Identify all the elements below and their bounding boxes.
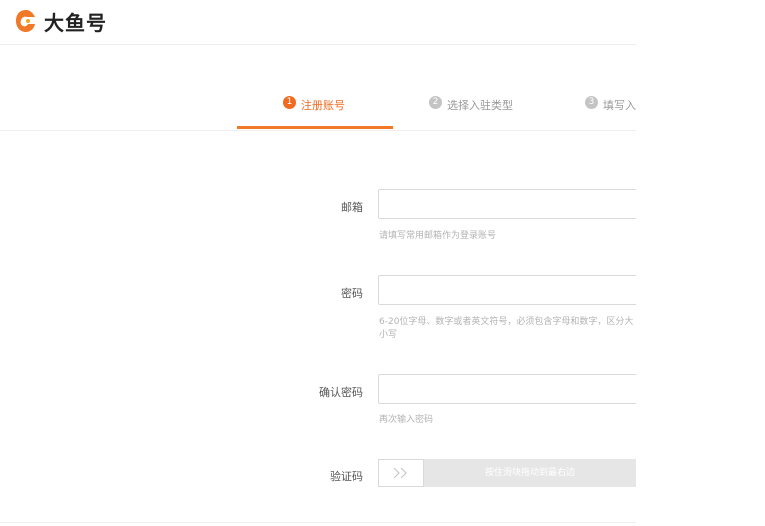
step-label: 选择入驻类型 bbox=[447, 99, 513, 112]
step-register-account: 1 注册账号 bbox=[283, 86, 345, 130]
header: 大鱼号 bbox=[0, 0, 636, 45]
email-field[interactable] bbox=[378, 189, 636, 219]
page-frame: 大鱼号 1 注册账号 2 选择入驻类型 3 填写入 邮箱 请填写常用邮箱作为登录… bbox=[0, 0, 636, 526]
brand-name: 大鱼号 bbox=[44, 10, 107, 35]
password-hint: 6-20位字母、数字或者英文符号，必须包含字母和数字，区分大小写 bbox=[379, 317, 634, 340]
bottom-divider bbox=[0, 522, 636, 523]
password-field[interactable] bbox=[378, 275, 636, 305]
step-number: 2 bbox=[429, 96, 442, 109]
captcha-label: 验证码 bbox=[330, 470, 363, 483]
password-label: 密码 bbox=[341, 287, 363, 300]
brand-logo[interactable]: 大鱼号 bbox=[14, 5, 107, 37]
step-select-type: 2 选择入驻类型 bbox=[429, 86, 513, 130]
confirm-password-label: 确认密码 bbox=[319, 386, 363, 399]
step-number: 3 bbox=[585, 96, 598, 109]
step-label: 注册账号 bbox=[301, 99, 345, 112]
step-label: 填写入 bbox=[603, 99, 636, 112]
slider-handle[interactable] bbox=[378, 459, 424, 487]
double-chevron-right-icon bbox=[392, 464, 410, 483]
email-label: 邮箱 bbox=[341, 201, 363, 214]
active-step-underline bbox=[237, 126, 393, 129]
step-fill-info: 3 填写入 bbox=[585, 86, 636, 130]
fish-logo-icon bbox=[14, 8, 38, 34]
captcha-slider[interactable]: 按住滑块拖动到最右边 bbox=[378, 459, 636, 487]
confirm-password-field[interactable] bbox=[378, 374, 636, 404]
step-number: 1 bbox=[283, 96, 296, 109]
confirm-password-hint: 再次输入密码 bbox=[379, 415, 434, 425]
email-hint: 请填写常用邮箱作为登录账号 bbox=[379, 231, 497, 241]
slider-instruction: 按住滑块拖动到最右边 bbox=[484, 468, 575, 478]
step-indicator: 1 注册账号 2 选择入驻类型 3 填写入 bbox=[0, 86, 636, 131]
